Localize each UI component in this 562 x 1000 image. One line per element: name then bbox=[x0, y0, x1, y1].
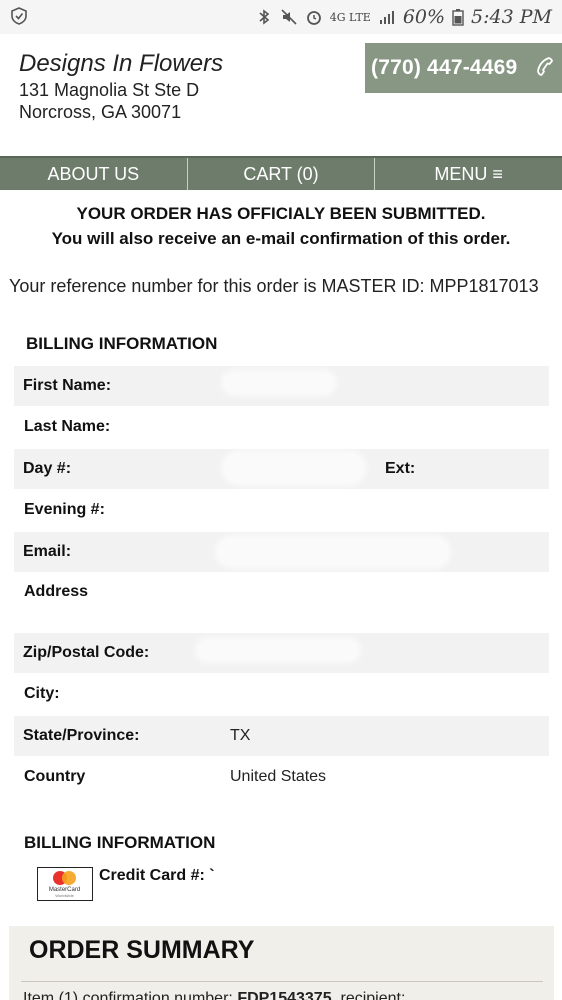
email-confirmation-note: You will also receive an e-mail confirma… bbox=[51, 229, 511, 248]
row-email: Email: bbox=[14, 532, 549, 572]
country-value: United States bbox=[230, 768, 327, 785]
clock: 5:43 PM bbox=[471, 6, 552, 28]
nav-about-us[interactable]: ABOUT US bbox=[0, 158, 188, 190]
order-summary-panel: ORDER SUMMARY Item (1) confirmation numb… bbox=[9, 926, 554, 1000]
redacted-value bbox=[198, 640, 358, 660]
row-day-phone: Day #: Ext: bbox=[14, 449, 549, 489]
mastercard-logo: MasterCard Worldwide bbox=[49, 871, 80, 898]
row-first-name: First Name: bbox=[14, 366, 549, 406]
reference-number: Your reference number for this order is … bbox=[9, 276, 539, 296]
address-line-1: 131 Magnolia St Ste D bbox=[19, 80, 200, 100]
nav-cart[interactable]: CART (0) bbox=[188, 158, 376, 190]
summary-line-suffix: , recipient: bbox=[331, 990, 406, 1000]
row-address: Address bbox=[14, 572, 549, 612]
phone-icon bbox=[537, 57, 553, 76]
credit-card-label: Credit Card #: ` bbox=[99, 867, 215, 885]
state-value: TX bbox=[230, 727, 251, 744]
credit-card-label-text: Credit Card #: bbox=[99, 867, 205, 884]
evening-phone-label: Evening #: bbox=[24, 501, 105, 518]
mastercard-icon: MasterCard Worldwide bbox=[37, 867, 93, 901]
bluetooth-icon bbox=[259, 9, 270, 25]
business-name[interactable]: Designs In Flowers bbox=[19, 50, 223, 78]
alarm-icon bbox=[306, 11, 321, 25]
row-state: State/Province: TX bbox=[14, 716, 549, 756]
row-zip: Zip/Postal Code: bbox=[14, 633, 549, 673]
ext-label: Ext: bbox=[385, 460, 416, 477]
order-summary-title: ORDER SUMMARY bbox=[29, 936, 255, 964]
signal-icon bbox=[379, 11, 394, 24]
card-brand-subtext: Worldwide bbox=[55, 893, 74, 898]
state-label: State/Province: bbox=[23, 727, 140, 744]
country-label: Country bbox=[24, 768, 86, 785]
zip-label: Zip/Postal Code: bbox=[23, 644, 150, 661]
credit-card-value: ` bbox=[209, 867, 215, 884]
redacted-value bbox=[218, 538, 448, 566]
billing-heading: BILLING INFORMATION bbox=[26, 334, 218, 353]
row-evening-phone: Evening #: bbox=[14, 490, 549, 530]
status-bar: 4G LTE 60% 5:43 PM bbox=[0, 0, 562, 34]
nav-menu[interactable]: MENU ≡ bbox=[375, 158, 562, 190]
day-phone-label: Day #: bbox=[23, 460, 72, 477]
redacted-value bbox=[224, 373, 334, 393]
phone-button[interactable]: (770) 447-4469 bbox=[365, 43, 562, 93]
network-type: 4G LTE bbox=[329, 10, 371, 24]
main-nav: ABOUT US CART (0) MENU ≡ bbox=[0, 156, 562, 190]
phone-number: (770) 447-4469 bbox=[371, 56, 518, 79]
mute-icon bbox=[281, 9, 297, 25]
last-name-label: Last Name: bbox=[24, 418, 111, 435]
first-name-label: First Name: bbox=[23, 377, 112, 394]
payment-heading: BILLING INFORMATION bbox=[24, 833, 216, 852]
address-line-2: Norcross, GA 30071 bbox=[19, 102, 182, 122]
summary-line-prefix: Item (1) confirmation number: bbox=[23, 990, 233, 1000]
row-city: City: bbox=[14, 674, 549, 714]
confirmation-number: FDP1543375 bbox=[237, 990, 332, 1000]
order-submitted-heading: YOUR ORDER HAS OFFICIALY BEEN SUBMITTED. bbox=[76, 204, 486, 223]
row-last-name: Last Name: bbox=[14, 407, 549, 447]
order-summary-line: Item (1) confirmation number: FDP1543375… bbox=[23, 990, 405, 1000]
city-label: City: bbox=[24, 685, 60, 702]
redacted-value bbox=[224, 453, 364, 483]
divider bbox=[21, 981, 543, 982]
battery-icon bbox=[452, 9, 464, 26]
email-label: Email: bbox=[23, 543, 72, 560]
shield-icon bbox=[11, 7, 27, 25]
row-country: Country United States bbox=[14, 757, 549, 797]
battery-percent: 60% bbox=[402, 6, 446, 28]
address-label: Address bbox=[24, 583, 89, 600]
